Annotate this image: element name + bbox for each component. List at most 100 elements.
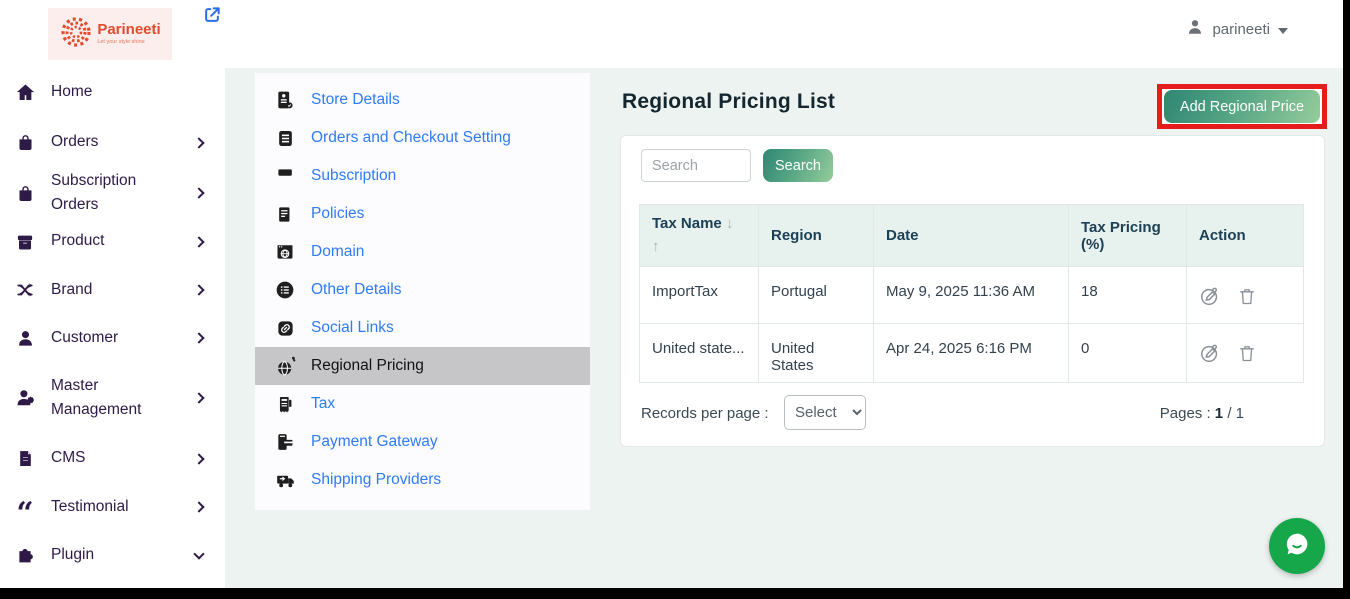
- settings-item-store-details[interactable]: Store Details: [255, 81, 590, 119]
- browser-globe-icon: [273, 240, 297, 264]
- chat-bubble-icon: [1282, 529, 1312, 564]
- table-footer: Records per page : Select Pages : 1 / 1: [621, 391, 1324, 436]
- user-menu[interactable]: parineeti: [1186, 18, 1288, 41]
- person-gear-icon: [15, 388, 35, 408]
- tap-hand-icon: [273, 164, 297, 188]
- chevron-down-icon: [1278, 28, 1288, 34]
- settings-item-subscription[interactable]: Subscription: [255, 157, 590, 195]
- sidebar-item-testimonial[interactable]: “ Testimonial: [0, 483, 225, 531]
- quote-icon: “: [15, 497, 35, 517]
- cell-tax-name: ImportTax: [640, 267, 759, 324]
- sidebar-item-home[interactable]: Home: [0, 68, 225, 116]
- cell-action: [1187, 267, 1304, 324]
- delete-icon[interactable]: [1237, 342, 1257, 368]
- sort-desc-icon[interactable]: ↓: [726, 215, 734, 232]
- settings-item-payment-gateway[interactable]: Payment Gateway: [255, 423, 590, 461]
- document-icon: [15, 449, 35, 469]
- cell-date: Apr 24, 2025 6:16 PM: [874, 324, 1069, 383]
- cell-region: United States: [759, 324, 874, 383]
- edit-icon[interactable]: [1199, 342, 1221, 368]
- brand-logo[interactable]: Parineeti Let your style shine: [48, 8, 172, 60]
- cell-date: May 9, 2025 11:36 AM: [874, 267, 1069, 324]
- sunburst-logo-icon: [59, 15, 93, 54]
- column-header-region: Region: [759, 205, 874, 267]
- home-icon: [15, 82, 35, 102]
- settings-item-tax[interactable]: Tax: [255, 385, 590, 423]
- link-icon: [273, 316, 297, 340]
- cell-region: Portugal: [759, 267, 874, 324]
- settings-item-domain[interactable]: Domain: [255, 233, 590, 271]
- cell-action: [1187, 324, 1304, 383]
- brand-name: Parineeti: [97, 22, 160, 37]
- sidebar-item-customer[interactable]: Customer: [0, 314, 225, 362]
- sidebar-item-brand[interactable]: Brand: [0, 266, 225, 314]
- sidebar-item-orders[interactable]: Orders: [0, 116, 225, 169]
- chevron-down-icon: [193, 548, 204, 559]
- store-details-icon: [273, 88, 297, 112]
- records-per-page-select[interactable]: Select: [784, 395, 866, 430]
- edit-icon[interactable]: [1199, 285, 1221, 311]
- truck-icon: [273, 468, 297, 492]
- puzzle-icon: [15, 546, 35, 566]
- user-icon: [1186, 18, 1204, 41]
- sidebar-item-master-management[interactable]: Master Management: [0, 362, 225, 434]
- policy-document-icon: [273, 202, 297, 226]
- table-header-row: Tax Name ↓ ↑ Region Date Tax Pricing (%)…: [640, 205, 1304, 267]
- settings-item-policies[interactable]: Policies: [255, 195, 590, 233]
- regional-pricing-card: Search Tax Name ↓ ↑ Region Date Tax Pric…: [620, 135, 1325, 447]
- search-input[interactable]: [641, 149, 751, 182]
- chat-widget-button[interactable]: [1269, 518, 1325, 574]
- sort-asc-icon[interactable]: ↑: [652, 238, 660, 255]
- records-per-page-label: Records per page :: [641, 405, 769, 422]
- annotation-highlight-box: Add Regional Price: [1157, 84, 1327, 129]
- shuffle-icon: [15, 280, 35, 300]
- table-row: United state... United States Apr 24, 20…: [640, 324, 1304, 383]
- sidebar-item-plugin[interactable]: Plugin: [0, 531, 225, 580]
- payment-card-icon: [273, 430, 297, 454]
- sidebar-item-cms[interactable]: CMS: [0, 434, 225, 483]
- user-name: parineeti: [1212, 21, 1270, 38]
- settings-item-orders-checkout[interactable]: Orders and Checkout Setting: [255, 119, 590, 157]
- current-page: 1: [1215, 405, 1223, 422]
- external-link-icon[interactable]: [202, 5, 222, 25]
- column-header-tax-name[interactable]: Tax Name ↓ ↑: [640, 205, 759, 267]
- person-icon: [15, 328, 35, 348]
- total-pages: 1: [1236, 405, 1244, 422]
- top-header-bar: Parineeti Let your style shine parineeti: [0, 0, 1343, 68]
- chevron-right-icon: [193, 501, 204, 512]
- sidebar-nav: Home Orders Subscription Orders Product …: [0, 68, 225, 588]
- column-header-action: Action: [1187, 205, 1304, 267]
- list-document-icon: [273, 126, 297, 150]
- chevron-right-icon: [193, 137, 204, 148]
- cell-tax-name: United state...: [640, 324, 759, 383]
- chevron-right-icon: [193, 284, 204, 295]
- chevron-right-icon: [193, 187, 204, 198]
- archive-box-icon: [15, 232, 35, 252]
- search-button[interactable]: Search: [763, 149, 833, 182]
- sidebar-item-subscription-orders[interactable]: Subscription Orders: [0, 169, 225, 217]
- settings-submenu: Store Details Orders and Checkout Settin…: [255, 73, 590, 510]
- globe-arrows-icon: [273, 354, 297, 378]
- chevron-right-icon: [193, 453, 204, 464]
- column-header-date: Date: [874, 205, 1069, 267]
- tax-receipt-icon: [273, 392, 297, 416]
- settings-item-regional-pricing[interactable]: Regional Pricing: [255, 347, 590, 385]
- settings-item-shipping-providers[interactable]: Shipping Providers: [255, 461, 590, 499]
- table-row: ImportTax Portugal May 9, 2025 11:36 AM …: [640, 267, 1304, 324]
- settings-item-other-details[interactable]: Other Details: [255, 271, 590, 309]
- add-regional-price-button[interactable]: Add Regional Price: [1164, 90, 1320, 123]
- sidebar-item-product[interactable]: Product: [0, 217, 225, 266]
- cell-tax-pricing: 18: [1069, 267, 1187, 324]
- chevron-right-icon: [193, 392, 204, 403]
- circle-list-icon: [273, 278, 297, 302]
- column-header-tax-pricing: Tax Pricing (%): [1069, 205, 1187, 267]
- screen-border-right: [1343, 0, 1350, 599]
- brand-tagline: Let your style shine: [97, 40, 160, 46]
- shopping-bag-icon: [15, 183, 35, 203]
- screen-border-bottom: [0, 588, 1350, 599]
- chevron-right-icon: [193, 236, 204, 247]
- settings-item-social-links[interactable]: Social Links: [255, 309, 590, 347]
- delete-icon[interactable]: [1237, 285, 1257, 311]
- chevron-right-icon: [193, 332, 204, 343]
- regional-pricing-table: Tax Name ↓ ↑ Region Date Tax Pricing (%)…: [639, 204, 1304, 383]
